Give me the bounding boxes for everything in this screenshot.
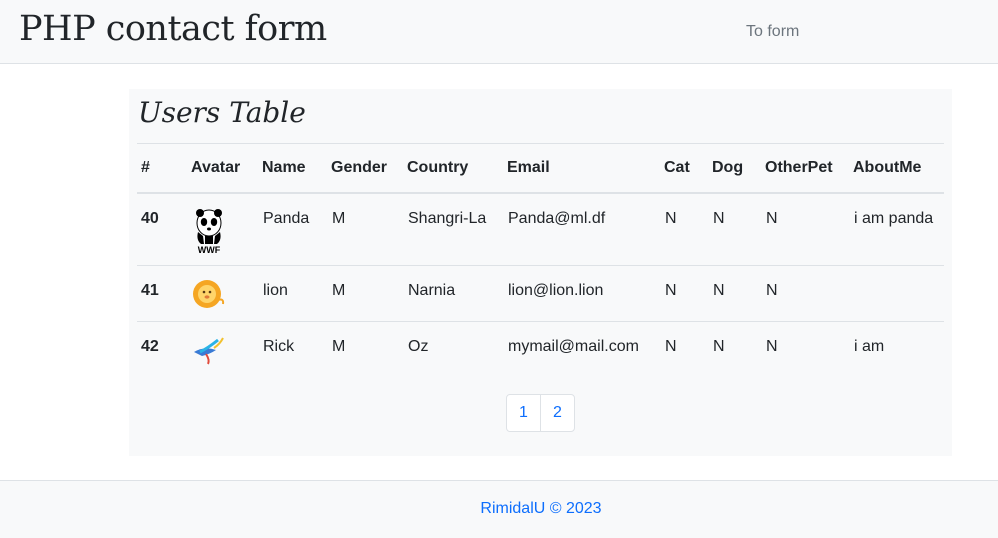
row-email: lion@lion.lion	[507, 265, 664, 322]
users-table: # Avatar Name Gender Country Email Cat D…	[137, 143, 944, 377]
header-gender: Gender	[331, 143, 407, 194]
navbar: PHP contact form To form	[0, 0, 998, 64]
row-email: Panda@ml.df	[507, 193, 664, 266]
footer-copyright[interactable]: RimidalU © 2023	[0, 499, 998, 519]
header-cat: Cat	[664, 143, 712, 194]
row-name: lion	[262, 265, 331, 322]
row-cat: N	[664, 265, 712, 322]
header-country: Country	[407, 143, 507, 194]
row-gender: M	[331, 193, 407, 266]
row-name: Rick	[263, 337, 295, 355]
row-id: 41	[137, 265, 191, 322]
table-row: 41 lion M Narnia lion@lion.lion N N N	[137, 265, 944, 322]
row-cat: N	[664, 193, 712, 266]
header-dog: Dog	[712, 143, 765, 194]
table-row: 40 WWF Panda M Shangri-La Panda@ml.df N …	[137, 193, 944, 266]
table-header-row: # Avatar Name Gender Country Email Cat D…	[137, 143, 944, 194]
row-id: 42	[141, 337, 159, 355]
row-id: 40	[137, 193, 191, 266]
panda-wwf-icon: WWF	[196, 209, 222, 254]
row-aboutme: i am panda	[853, 193, 944, 266]
panel-title: Users Table	[138, 96, 306, 129]
row-dog: N	[712, 193, 765, 266]
footer: RimidalU © 2023	[0, 480, 998, 538]
pagination: 1 2	[506, 394, 575, 432]
avatar-cell: WWF	[191, 193, 262, 266]
row-name: Panda	[262, 193, 331, 266]
row-country: Narnia	[407, 265, 507, 322]
row-email: mymail@mail.com	[508, 337, 639, 355]
row-otherpet: N	[765, 265, 853, 322]
avatar-cell	[191, 321, 262, 377]
row-country: Oz	[408, 337, 429, 355]
row-aboutme: i am	[854, 337, 885, 355]
row-country: Shangri-La	[407, 193, 507, 266]
row-dog: N	[713, 337, 725, 355]
row-otherpet: N	[765, 193, 853, 266]
header-otherpet: OtherPet	[765, 143, 853, 194]
bird-icon	[194, 337, 224, 364]
page-link-1[interactable]: 1	[507, 395, 540, 431]
row-dog: N	[712, 265, 765, 322]
users-panel: Users Table # Avatar Name Gender Country…	[129, 89, 952, 456]
header-avatar: Avatar	[191, 143, 262, 194]
row-otherpet: N	[766, 337, 778, 355]
header-name: Name	[262, 143, 331, 194]
header-aboutme: AboutMe	[853, 143, 944, 194]
row-gender: M	[331, 265, 407, 322]
page-link-2[interactable]: 2	[540, 395, 574, 431]
row-aboutme	[853, 265, 944, 322]
header-email: Email	[507, 143, 664, 194]
avatar-cell	[191, 265, 262, 322]
row-gender: M	[332, 337, 346, 355]
header-id: #	[137, 143, 191, 194]
brand-title[interactable]: PHP contact form	[19, 8, 327, 50]
row-cat: N	[665, 337, 677, 355]
lion-icon	[193, 279, 225, 308]
svg-text:WWF: WWF	[198, 245, 221, 254]
to-form-link[interactable]: To form	[746, 22, 799, 42]
table-row: 42 Rick M Oz mymail@mail.com N N N i am	[137, 321, 944, 377]
